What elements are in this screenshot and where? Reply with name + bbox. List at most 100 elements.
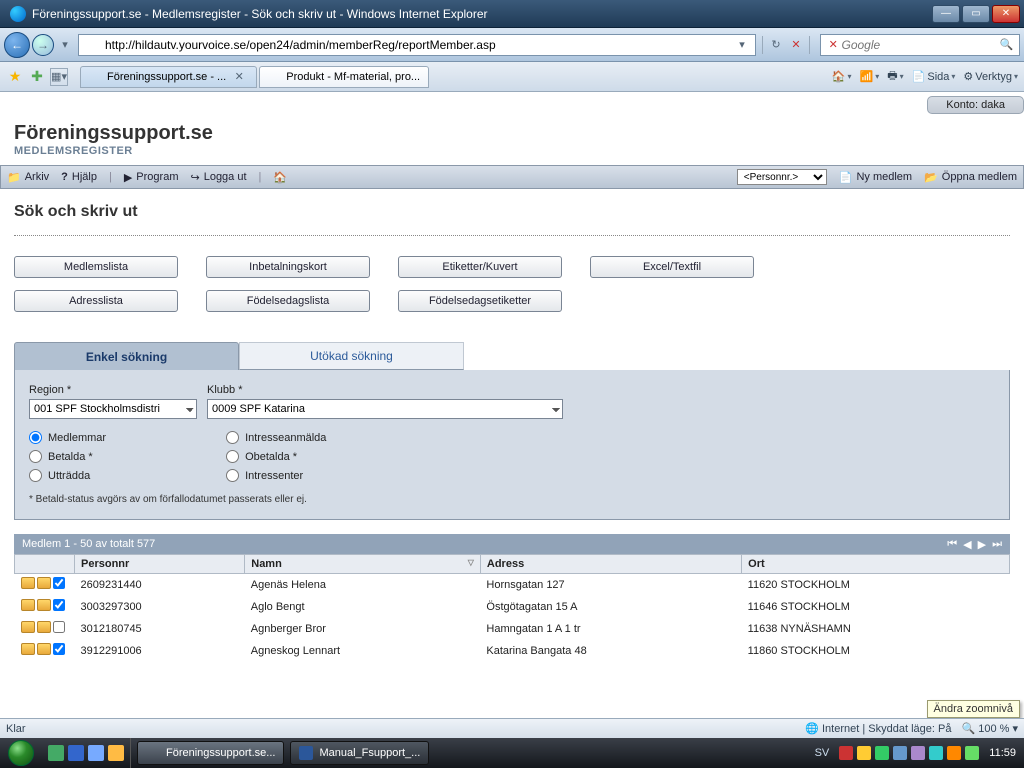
table-row[interactable]: 3003297300 Aglo Bengt Östgötagatan 15 A … bbox=[15, 596, 1010, 618]
page-prev-icon[interactable]: ◀ bbox=[963, 538, 971, 551]
tray-icon[interactable] bbox=[857, 746, 871, 760]
quick-tabs-icon[interactable]: ▦▾ bbox=[50, 68, 68, 86]
menu-open-member[interactable]: 📂 Öppna medlem bbox=[924, 171, 1017, 184]
search-button-icon[interactable]: 🔍 bbox=[999, 36, 1016, 54]
page-first-icon[interactable]: ⏮ bbox=[947, 538, 957, 551]
search-field-select[interactable]: <Personnr.> bbox=[737, 169, 827, 185]
radio-betalda[interactable]: Betalda * bbox=[29, 450, 106, 463]
btn-medlemslista[interactable]: Medlemslista bbox=[14, 256, 178, 278]
tray-icon[interactable] bbox=[929, 746, 943, 760]
folder-icon[interactable] bbox=[37, 577, 51, 589]
favorites-star-icon[interactable]: ★ bbox=[6, 68, 24, 86]
search-box[interactable]: ✕ 🔍 bbox=[820, 34, 1020, 56]
radio-obetalda[interactable]: Obetalda * bbox=[226, 450, 326, 463]
table-row[interactable]: 2609231440 Agenäs Helena Hornsgatan 127 … bbox=[15, 574, 1010, 596]
minimize-button[interactable]: — bbox=[932, 5, 960, 23]
back-button[interactable]: ← bbox=[4, 32, 30, 58]
table-row[interactable]: 3012180745 Agnberger Bror Hamngatan 1 A … bbox=[15, 618, 1010, 640]
table-row[interactable]: 3912291006 Agneskog Lennart Katarina Ban… bbox=[15, 640, 1010, 662]
home-button[interactable]: 🏠▾ bbox=[832, 70, 852, 83]
lang-indicator[interactable]: SV bbox=[815, 747, 830, 759]
menu-logout[interactable]: ↪ Logga ut bbox=[190, 171, 246, 184]
radio-medlemmar[interactable]: Medlemmar bbox=[29, 431, 106, 444]
folder-icon[interactable] bbox=[21, 577, 35, 589]
ql-icon[interactable] bbox=[48, 745, 64, 761]
col-personnr[interactable]: Personnr bbox=[75, 555, 245, 574]
brand-title: Föreningssupport.se bbox=[14, 122, 1010, 145]
forward-button[interactable]: → bbox=[32, 34, 54, 56]
col-namn[interactable]: Namn bbox=[245, 555, 481, 574]
browser-tab[interactable]: Produkt - Mf-material, pro... bbox=[259, 66, 429, 88]
page-menu[interactable]: 📄Sida▾ bbox=[912, 70, 956, 83]
search-provider-icon[interactable]: ✕ bbox=[825, 36, 842, 54]
radio-uttradda[interactable]: Utträdda bbox=[29, 469, 106, 482]
folder-icon[interactable] bbox=[21, 643, 35, 655]
folder-icon[interactable] bbox=[37, 643, 51, 655]
col-adress[interactable]: Adress bbox=[480, 555, 741, 574]
btn-inbetalningskort[interactable]: Inbetalningskort bbox=[206, 256, 370, 278]
feeds-button[interactable]: 📶▾ bbox=[860, 70, 880, 83]
tray-icon[interactable] bbox=[965, 746, 979, 760]
address-bar[interactable]: ▾ bbox=[78, 34, 756, 56]
status-bar: Klar 🌐 Internet | Skyddat läge: På 🔍 100… bbox=[0, 718, 1024, 738]
radio-intresseanmalda[interactable]: Intresseanmälda bbox=[226, 431, 326, 444]
ql-icon[interactable] bbox=[68, 745, 84, 761]
clock[interactable]: 11:59 bbox=[989, 747, 1016, 759]
stop-button[interactable]: ✕ bbox=[787, 36, 805, 54]
history-dropdown-icon[interactable]: ▾ bbox=[56, 36, 74, 54]
btn-adresslista[interactable]: Adresslista bbox=[14, 290, 178, 312]
task-ie[interactable]: Föreningssupport.se... bbox=[137, 741, 284, 765]
address-dropdown-icon[interactable]: ▾ bbox=[733, 36, 751, 54]
maximize-button[interactable]: ▭ bbox=[962, 5, 990, 23]
tray-icon[interactable] bbox=[875, 746, 889, 760]
zoom-level[interactable]: 🔍 100 % ▾ bbox=[961, 722, 1018, 735]
page-last-icon[interactable]: ⏭ bbox=[992, 538, 1002, 551]
search-input[interactable] bbox=[842, 38, 999, 52]
menu-help[interactable]: ? Hjälp bbox=[61, 171, 97, 183]
ql-icon[interactable] bbox=[88, 745, 104, 761]
folder-icon[interactable] bbox=[37, 599, 51, 611]
btn-fodelsedagsetiketter[interactable]: Födelsedagsetiketter bbox=[398, 290, 562, 312]
page-scroll[interactable]: Konto: daka Föreningssupport.se MEDLEMSR… bbox=[0, 92, 1024, 752]
start-button[interactable] bbox=[2, 739, 40, 767]
tab-utokad-sokning[interactable]: Utökad sökning bbox=[239, 342, 464, 370]
results-summary: Medlem 1 - 50 av totalt 577 bbox=[22, 538, 155, 550]
tab-enkel-sokning[interactable]: Enkel sökning bbox=[14, 342, 239, 370]
address-input[interactable] bbox=[103, 36, 729, 54]
tabs-toolbar: ★ ✚ ▦▾ Föreningssupport.se - ... ✕ Produ… bbox=[0, 62, 1024, 92]
tray-icon[interactable] bbox=[947, 746, 961, 760]
menu-program[interactable]: ▶ Program bbox=[124, 171, 179, 184]
klubb-label: Klubb * bbox=[207, 384, 563, 396]
folder-icon[interactable] bbox=[21, 599, 35, 611]
folder-icon[interactable] bbox=[37, 621, 51, 633]
region-select[interactable]: 001 SPF Stockholmsdistri bbox=[29, 399, 197, 419]
tray-icon[interactable] bbox=[911, 746, 925, 760]
row-checkbox[interactable] bbox=[53, 621, 65, 633]
ql-icon[interactable] bbox=[108, 745, 124, 761]
tools-menu[interactable]: ⚙Verktyg▾ bbox=[963, 70, 1018, 83]
page-next-icon[interactable]: ▶ bbox=[978, 538, 986, 551]
task-word[interactable]: Manual_Fsupport_... bbox=[290, 741, 429, 765]
btn-etiketter[interactable]: Etiketter/Kuvert bbox=[398, 256, 562, 278]
btn-fodelsedagslista[interactable]: Födelsedagslista bbox=[206, 290, 370, 312]
brand-subtitle: MEDLEMSREGISTER bbox=[14, 145, 1010, 157]
close-button[interactable]: ✕ bbox=[992, 5, 1020, 23]
print-button[interactable]: 🖶▾ bbox=[887, 67, 903, 86]
row-checkbox[interactable] bbox=[53, 643, 65, 655]
folder-icon[interactable] bbox=[21, 621, 35, 633]
browser-tab-active[interactable]: Föreningssupport.se - ... ✕ bbox=[80, 66, 257, 88]
tab-close-icon[interactable]: ✕ bbox=[230, 68, 248, 86]
menu-arkiv[interactable]: 📁 Arkiv bbox=[7, 171, 49, 184]
refresh-button[interactable]: ↻ bbox=[767, 36, 785, 54]
add-favorite-icon[interactable]: ✚ bbox=[28, 68, 46, 86]
menu-new-member[interactable]: 📄 Ny medlem bbox=[839, 171, 912, 184]
col-ort[interactable]: Ort bbox=[742, 555, 1010, 574]
tray-icon[interactable] bbox=[839, 746, 853, 760]
klubb-select[interactable]: 0009 SPF Katarina bbox=[207, 399, 563, 419]
row-checkbox[interactable] bbox=[53, 577, 65, 589]
tray-icon[interactable] bbox=[893, 746, 907, 760]
row-checkbox[interactable] bbox=[53, 599, 65, 611]
btn-excel[interactable]: Excel/Textfil bbox=[590, 256, 754, 278]
radio-intressenter[interactable]: Intressenter bbox=[226, 469, 326, 482]
menu-home-icon[interactable]: 🏠 bbox=[273, 171, 287, 184]
